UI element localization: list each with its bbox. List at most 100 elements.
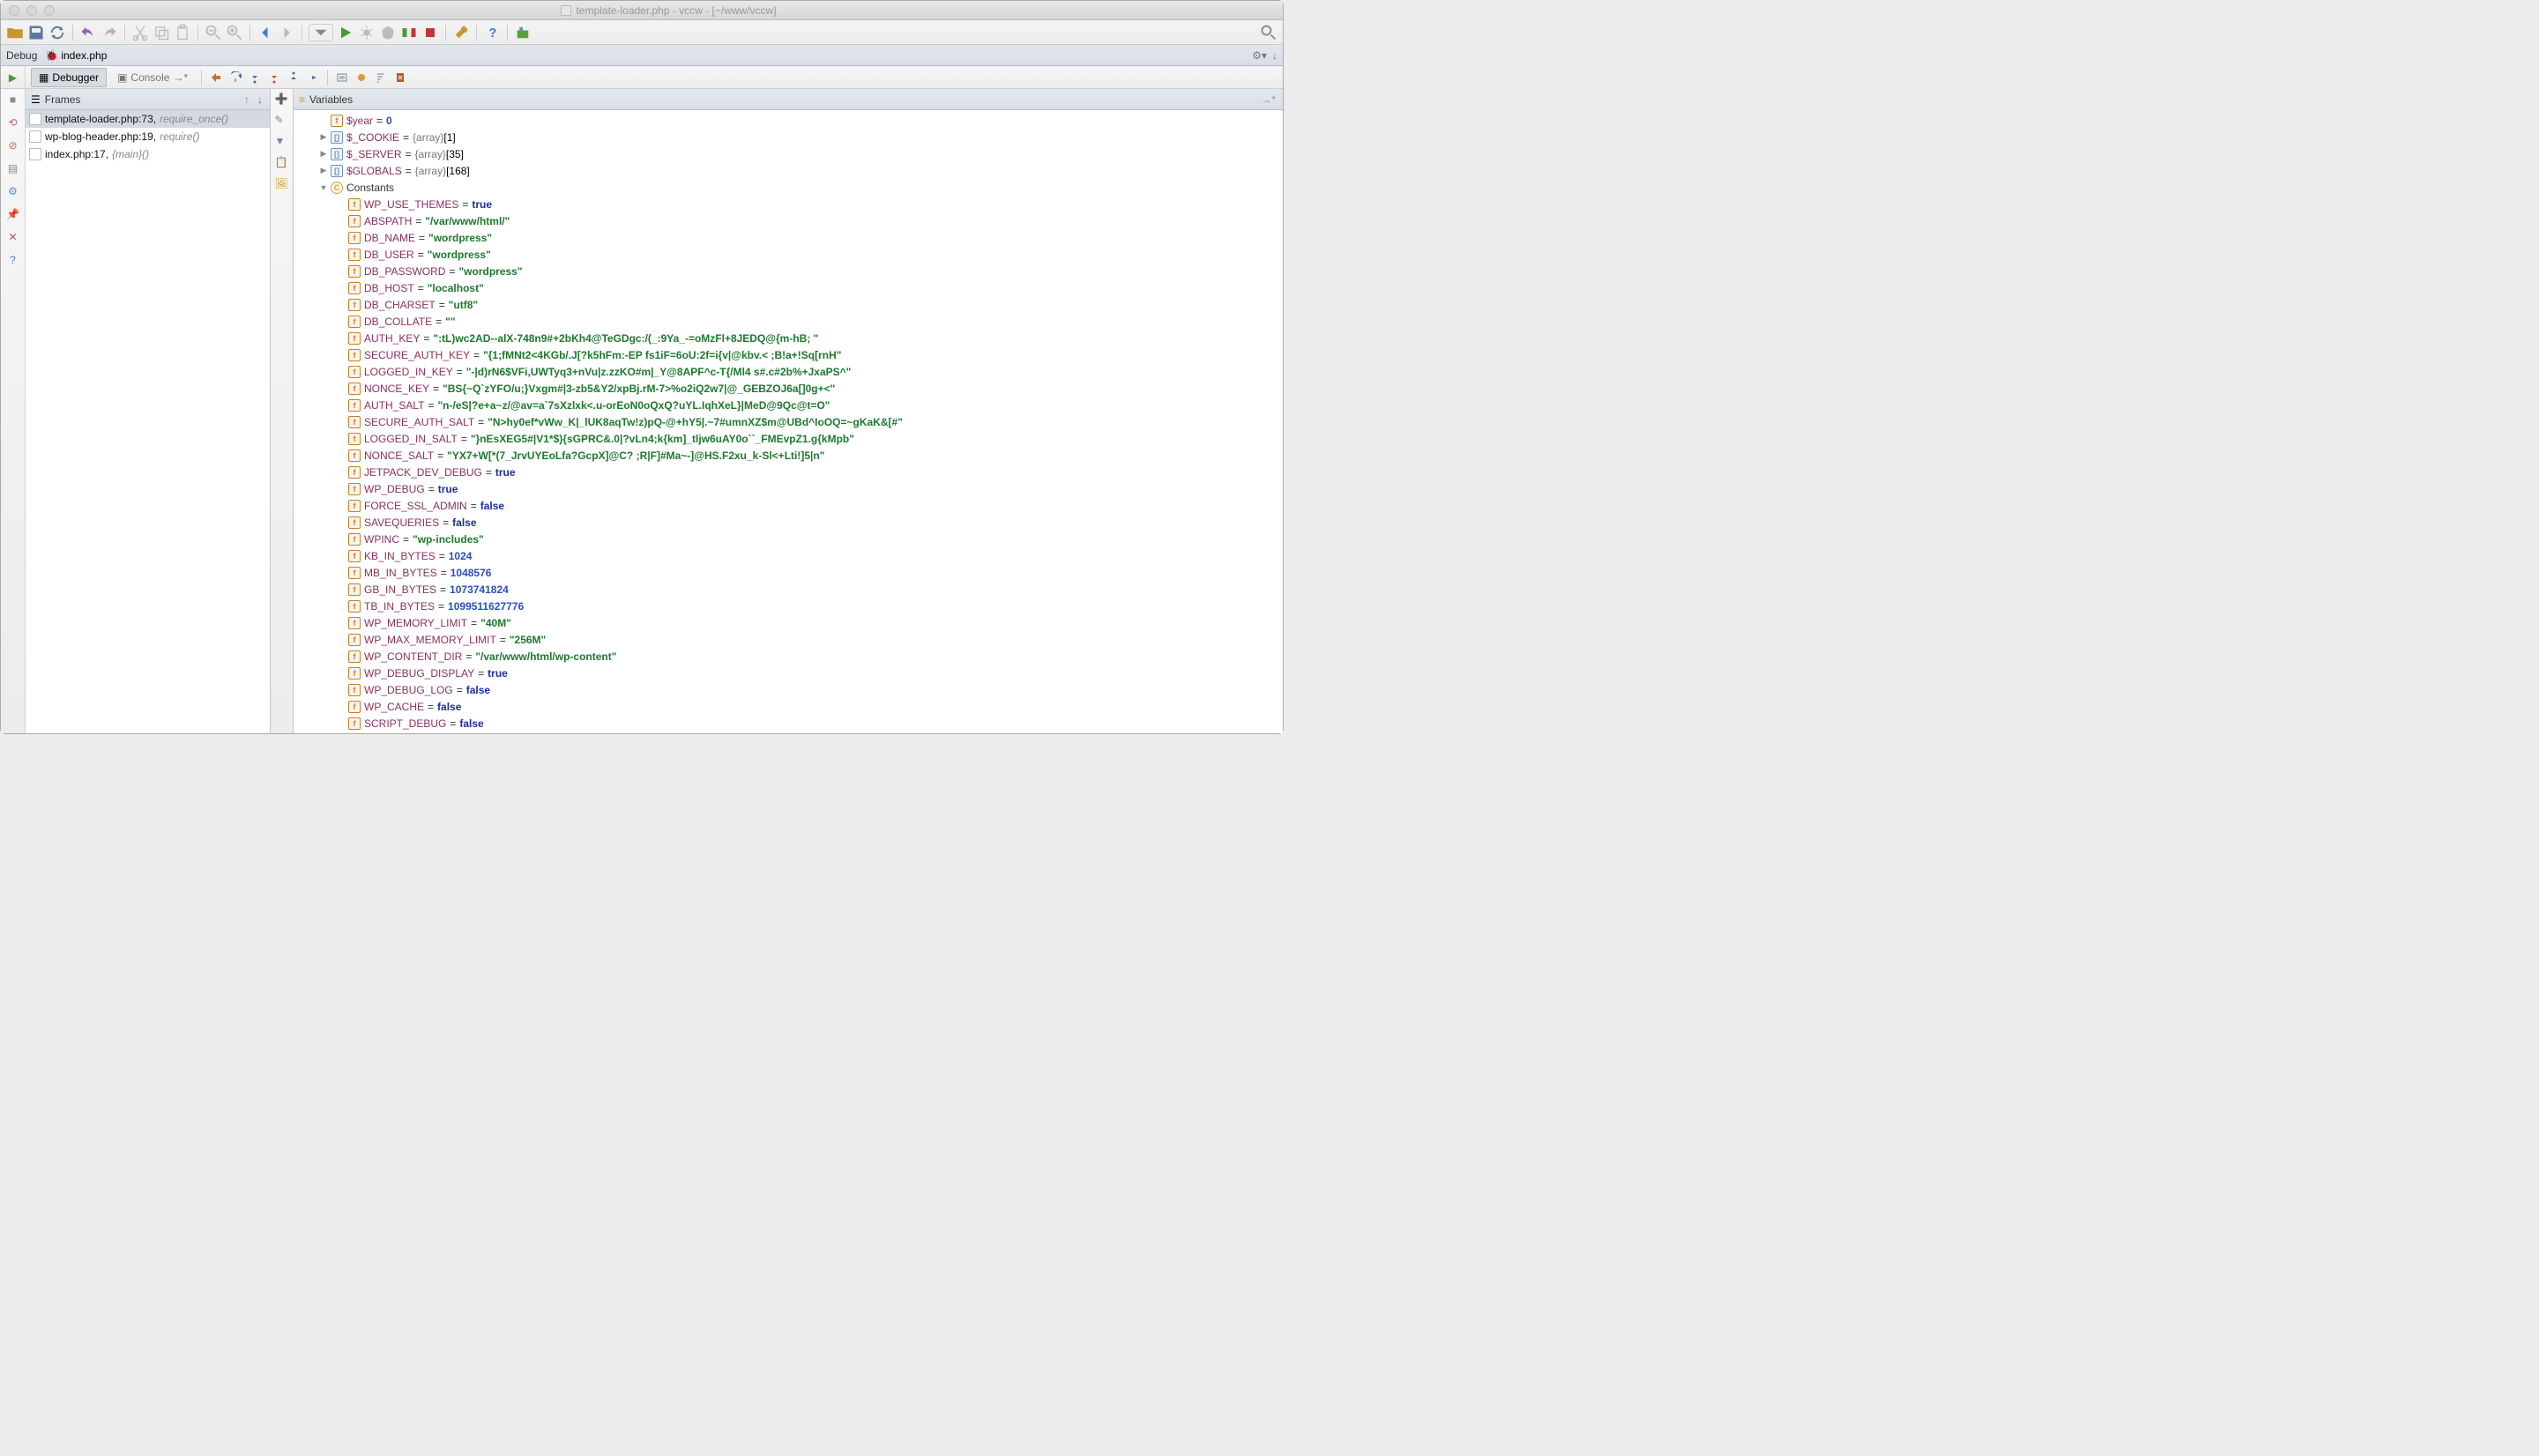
new-watch-icon[interactable]: ✎ — [275, 114, 289, 128]
cut-icon[interactable] — [131, 24, 149, 41]
variable-row[interactable]: fABSPATH = "/var/www/html/" — [294, 212, 1283, 229]
variable-row[interactable]: fDB_HOST = "localhost" — [294, 279, 1283, 296]
stop-icon[interactable] — [421, 24, 439, 41]
variable-row[interactable]: fDB_COLLATE = "" — [294, 313, 1283, 330]
pin-tab-icon[interactable]: 📌 — [6, 207, 20, 221]
variable-row[interactable]: fWP_CONTENT_DIR = "/var/www/html/wp-cont… — [294, 648, 1283, 665]
variable-row[interactable]: fWP_DEBUG_DISPLAY = true — [294, 665, 1283, 681]
add-watch-icon[interactable]: ➕ — [275, 93, 289, 107]
variable-row[interactable]: fLOGGED_IN_SALT = "}nEsXEG5#|V1*$){sGPRC… — [294, 430, 1283, 447]
image-preview-icon[interactable]: 🖼 — [275, 177, 289, 191]
variable-row[interactable]: fKB_IN_BYTES = 1024 — [294, 547, 1283, 564]
tab-console[interactable]: ▣ Console →* — [110, 68, 195, 87]
pin-icon[interactable]: ↓ — [1272, 49, 1277, 62]
variable-row[interactable]: fWP_USE_THEMES = true — [294, 196, 1283, 212]
rerun-icon[interactable]: ⟲ — [6, 115, 20, 130]
frame-up-icon[interactable]: ↑ — [242, 93, 251, 106]
resume-icon[interactable]: ▶ — [9, 71, 17, 84]
sync-icon[interactable] — [48, 24, 66, 41]
variable-row[interactable]: fSECURE_AUTH_KEY = "{1;fMNt2<4KGb/.J[?k5… — [294, 346, 1283, 363]
evaluate-expression-icon[interactable] — [334, 70, 350, 85]
variable-row[interactable]: fWP_DEBUG_LOG = false — [294, 681, 1283, 698]
variable-row[interactable]: fDB_CHARSET = "utf8" — [294, 296, 1283, 313]
help-icon[interactable]: ? — [483, 24, 501, 41]
force-step-into-icon[interactable] — [266, 70, 282, 85]
debug-icon[interactable] — [358, 24, 376, 41]
collapse-icon[interactable]: ▼ — [275, 135, 289, 149]
variable-row[interactable]: f$year=0 — [294, 112, 1283, 129]
variable-row[interactable]: fWP_CACHE = false — [294, 698, 1283, 715]
variable-row[interactable]: fWP_MEMORY_LIMIT = "40M" — [294, 614, 1283, 631]
variable-row[interactable]: fSAVEQUERIES = false — [294, 514, 1283, 531]
forward-icon[interactable] — [278, 24, 295, 41]
layout-settings-icon[interactable]: ⚙ — [6, 184, 20, 198]
expand-icon[interactable]: ▼ — [318, 183, 329, 192]
undo-icon[interactable] — [79, 24, 97, 41]
close-tab-icon[interactable] — [392, 70, 408, 85]
variable-row[interactable]: fGB_IN_BYTES = 1073741824 — [294, 581, 1283, 598]
sort-icon[interactable] — [373, 70, 389, 85]
expand-icon[interactable]: ▶ — [318, 166, 329, 175]
variable-row[interactable]: fAUTH_KEY = ":tL)wc2AD--alX-748n9#+2bKh4… — [294, 330, 1283, 346]
tools-icon[interactable] — [452, 24, 470, 41]
expand-panel-icon[interactable]: →* — [1259, 93, 1277, 106]
step-over-icon[interactable] — [227, 70, 243, 85]
tab-debugger[interactable]: ▦ Debugger — [31, 68, 107, 87]
variable-row[interactable]: fWP_MAX_MEMORY_LIMIT = "256M" — [294, 631, 1283, 648]
expand-icon[interactable]: ▶ — [318, 149, 329, 159]
variable-row[interactable]: fTB_IN_BYTES = 1099511627776 — [294, 598, 1283, 614]
maximize-window-icon[interactable] — [44, 5, 55, 16]
settings-dropdown-icon[interactable]: ⚙▾ — [1252, 49, 1267, 62]
coverage-icon[interactable] — [379, 24, 397, 41]
variable-row[interactable]: fNONCE_KEY = "BS{~Q`zYFO/u;}Vxgm#|3-zb5&… — [294, 380, 1283, 397]
save-icon[interactable] — [27, 24, 45, 41]
close-icon[interactable]: ✕ — [6, 230, 20, 244]
frame-row[interactable]: index.php:17, {main}() — [26, 145, 270, 163]
expand-icon[interactable]: ▶ — [318, 132, 329, 142]
stop-icon[interactable]: ■ — [6, 93, 20, 107]
variable-row[interactable]: fNONCE_SALT = "YX7+W[*(7_JrvUYEoLfa?GcpX… — [294, 447, 1283, 464]
run-to-cursor-icon[interactable] — [305, 70, 321, 85]
step-into-icon[interactable] — [247, 70, 263, 85]
help-icon[interactable]: ? — [6, 253, 20, 267]
variable-row[interactable]: fWPINC = "wp-includes" — [294, 531, 1283, 547]
show-execution-point-icon[interactable] — [208, 70, 224, 85]
back-icon[interactable] — [257, 24, 274, 41]
close-window-icon[interactable] — [9, 5, 19, 16]
variable-row[interactable]: fLOGGED_IN_KEY = "-|d)rN6$VFi,UWTyq3+nVu… — [294, 363, 1283, 380]
breakpoint-icon[interactable] — [354, 70, 369, 85]
frame-row[interactable]: template-loader.php:73, require_once() — [26, 110, 270, 128]
step-out-icon[interactable] — [286, 70, 302, 85]
deploy-icon[interactable] — [514, 24, 532, 41]
variable-row[interactable]: fDB_USER = "wordpress" — [294, 246, 1283, 263]
zoom-out-icon[interactable] — [205, 24, 222, 41]
variable-row[interactable]: ▶[]$GLOBALS={array} [168] — [294, 162, 1283, 179]
listen-debug-icon[interactable] — [400, 24, 418, 41]
variable-row[interactable]: fWP_DEBUG = true — [294, 480, 1283, 497]
variable-row[interactable]: fFORCE_SSL_ADMIN = false — [294, 497, 1283, 514]
copy-icon[interactable] — [153, 24, 170, 41]
variable-row[interactable]: fAUTH_SALT = "n-/eS|?e+a~z/@av=a`7sXzlxk… — [294, 397, 1283, 413]
variable-row[interactable]: ▶[]$_COOKIE={array} [1] — [294, 129, 1283, 145]
redo-icon[interactable] — [101, 24, 118, 41]
mute-breakpoints-icon[interactable]: ⊘ — [6, 138, 20, 152]
variable-row[interactable]: fMB_IN_BYTES = 1048576 — [294, 564, 1283, 581]
variable-row[interactable]: fSCRIPT_DEBUG = false — [294, 715, 1283, 732]
variable-row[interactable]: fJETPACK_DEV_DEBUG = true — [294, 464, 1283, 480]
open-icon[interactable] — [6, 24, 24, 41]
run-icon[interactable] — [337, 24, 354, 41]
zoom-in-icon[interactable] — [226, 24, 243, 41]
variable-row[interactable]: fDB_NAME = "wordpress" — [294, 229, 1283, 246]
frame-down-icon[interactable]: ↓ — [256, 93, 264, 106]
search-icon[interactable] — [1260, 24, 1277, 41]
variable-row[interactable]: ▼CConstants — [294, 179, 1283, 196]
run-config-dropdown[interactable] — [309, 24, 333, 41]
variable-row[interactable]: fSECURE_AUTH_SALT = "N>hy0ef*vWw_K|_lUK8… — [294, 413, 1283, 430]
variable-row[interactable]: fDB_PASSWORD = "wordpress" — [294, 263, 1283, 279]
frame-row[interactable]: wp-blog-header.php:19, require() — [26, 128, 270, 145]
view-breakpoints-icon[interactable]: ▤ — [6, 161, 20, 175]
variable-row[interactable]: ▶[]$_SERVER={array} [35] — [294, 145, 1283, 162]
minimize-window-icon[interactable] — [26, 5, 37, 16]
paste-icon[interactable] — [174, 24, 191, 41]
copy-value-icon[interactable]: 📋 — [275, 156, 289, 170]
